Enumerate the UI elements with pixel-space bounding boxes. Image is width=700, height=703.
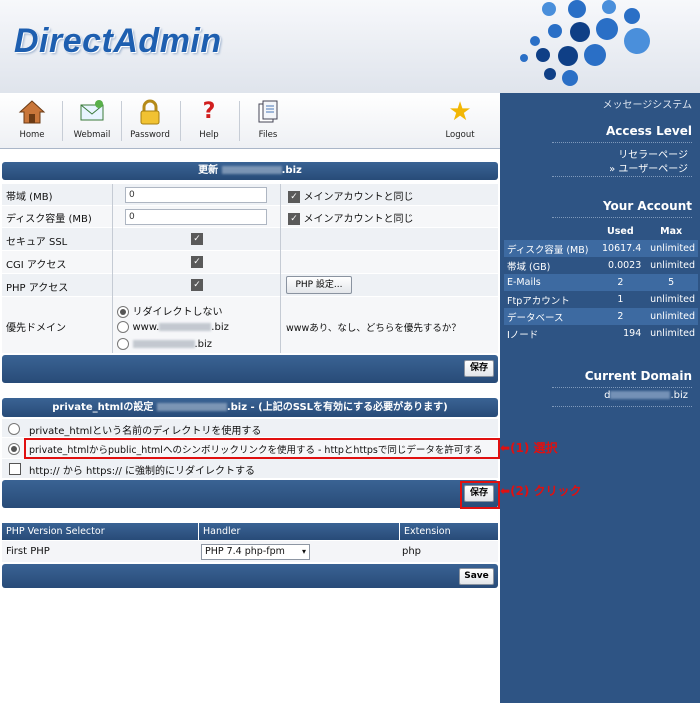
php-version-row: First PHP PHP 7.4 php-fpm ▾ php <box>2 541 498 563</box>
same-as-main-checkbox[interactable]: ✓ <box>288 213 300 225</box>
ssl-checkbox[interactable]: ✓ <box>191 233 203 245</box>
header: DirectAdmin <box>0 0 700 94</box>
update-section-header: 更新 .biz <box>2 162 498 180</box>
divider <box>552 142 692 143</box>
priority-domain-row: 優先ドメイン リダイレクトしない www. .biz .biz wwwあり、なし、… <box>2 297 498 354</box>
home-icon <box>18 98 46 126</box>
private-html-footer-bar: 保存 <box>2 480 498 508</box>
annotation-highlight-option <box>24 438 500 459</box>
private-html-directory-row: private_htmlという名前のディレクトリを使用する <box>2 419 498 438</box>
sidebar: メッセージシステム Access Level リセラーページ » ユーザーページ… <box>500 93 700 703</box>
column-divider <box>280 184 281 353</box>
star-icon: ★ <box>448 97 472 127</box>
col-max: Max <box>660 226 683 237</box>
update-footer-bar: 保存 <box>2 355 498 383</box>
toolbar: Home Webmail Password ? Help Files ★ Log… <box>0 93 500 149</box>
private-html-directory-radio[interactable] <box>8 423 20 435</box>
table-row: データベース 2 unlimited <box>504 308 698 325</box>
private-html-symlink-radio[interactable] <box>8 443 20 455</box>
directadmin-logo[interactable]: DirectAdmin <box>14 22 222 61</box>
col-version-selector: PHP Version Selector <box>2 523 198 540</box>
ssl-row: セキュア SSL ✓ <box>2 228 498 251</box>
disk-input[interactable]: 0 <box>125 209 267 225</box>
bandwidth-input[interactable]: 0 <box>125 187 267 203</box>
force-https-row: http:// から https:// に強制的にリダイレクトする <box>2 459 498 479</box>
logout-button[interactable]: ★ Logout <box>432 98 488 146</box>
annotation-highlight-save <box>460 481 500 509</box>
question-mark-icon: ? <box>202 99 216 124</box>
col-extension: Extension <box>400 523 498 540</box>
priority-help-text: wwwあり、なし、どちらを優先するか？ <box>286 323 461 334</box>
home-button[interactable]: Home <box>4 98 60 146</box>
no-redirect-radio[interactable] <box>117 306 129 318</box>
same-as-main-checkbox[interactable]: ✓ <box>288 191 300 203</box>
lock-icon <box>136 98 164 126</box>
divider <box>552 217 692 218</box>
table-row: ディスク容量 (MB) 10617.4 unlimited <box>504 240 698 257</box>
cgi-row: CGI アクセス ✓ <box>2 251 498 274</box>
message-system-link[interactable]: メッセージシステム <box>603 96 693 111</box>
password-button[interactable]: Password <box>122 98 178 146</box>
reseller-page-link[interactable]: リセラーページ <box>618 146 688 161</box>
files-button[interactable]: Files <box>240 98 296 146</box>
col-used: Used <box>607 226 634 237</box>
column-divider <box>112 184 113 353</box>
webmail-icon <box>78 98 106 126</box>
force-https-checkbox[interactable] <box>9 463 21 475</box>
account-stats-table: Used Max ディスク容量 (MB) 10617.4 unlimited 帯域 (… <box>504 223 698 342</box>
www-redirect-radio[interactable] <box>117 321 129 333</box>
chevron-down-icon: ▾ <box>301 547 306 556</box>
webmail-button[interactable]: Webmail <box>64 98 120 146</box>
current-domain-value: d .biz <box>604 390 688 401</box>
access-level-title: Access Level <box>606 124 692 138</box>
php-selector-footer-bar: Save <box>2 564 498 588</box>
table-row: 帯域 (GB) 0.0023 unlimited <box>507 260 695 273</box>
current-domain-title: Current Domain <box>584 369 692 383</box>
php-settings-button[interactable]: PHP 設定... <box>286 276 352 294</box>
toolbar-divider <box>62 101 63 141</box>
annotation-click-label: ⬅(2) クリック <box>500 484 582 498</box>
divider <box>552 406 692 407</box>
user-page-link[interactable]: » ユーザーページ <box>609 160 688 175</box>
annotation-select-label: ⬅(1) 選択 <box>500 441 558 455</box>
divider <box>552 176 692 177</box>
col-handler: Handler <box>199 523 399 540</box>
logo-dots-decoration <box>520 0 700 93</box>
disk-row: ディスク容量 (MB) 0 ✓ メインアカウントと同じ <box>2 206 498 228</box>
your-account-title: Your Account <box>602 199 692 213</box>
files-icon <box>254 98 282 126</box>
help-button[interactable]: ? Help <box>181 98 237 146</box>
bandwidth-row: 帯域 (MB) 0 ✓ メインアカウントと同じ <box>2 184 498 206</box>
no-www-redirect-radio[interactable] <box>117 338 129 350</box>
cgi-checkbox[interactable]: ✓ <box>191 256 203 268</box>
php-handler-select[interactable]: PHP 7.4 php-fpm ▾ <box>201 544 310 560</box>
private-html-section-header: private_htmlの設定 .biz - (上記のSSLを有効にする必要があ… <box>2 398 498 417</box>
table-row: E-Mails 2 5 <box>504 274 698 291</box>
divider <box>552 387 692 388</box>
table-row: Ftpアカウント 1 unlimited <box>507 294 695 307</box>
php-selector-save-button[interactable]: Save <box>459 568 494 585</box>
php-checkbox[interactable]: ✓ <box>191 279 203 291</box>
php-row: PHP アクセス ✓ PHP 設定... <box>2 274 498 297</box>
table-row: Iノード 194 unlimited <box>507 328 695 341</box>
update-save-button[interactable]: 保存 <box>464 360 494 377</box>
